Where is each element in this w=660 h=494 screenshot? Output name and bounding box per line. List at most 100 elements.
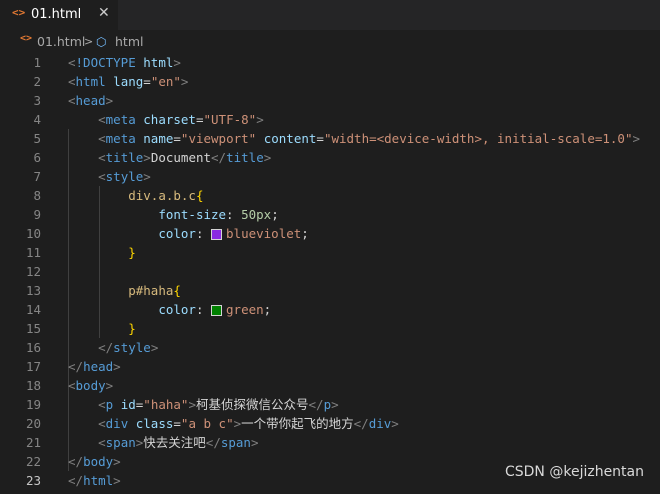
code-token: </ bbox=[98, 340, 114, 355]
code-token: span bbox=[220, 435, 251, 450]
code-text: </html> bbox=[68, 471, 121, 490]
line-number: 21 bbox=[25, 435, 41, 450]
code-token: 柯基侦探微信公众号 bbox=[195, 397, 309, 412]
code-token: !DOCTYPE bbox=[75, 55, 136, 70]
html-file-icon: <> bbox=[12, 6, 26, 19]
color-swatch-icon[interactable] bbox=[211, 305, 223, 316]
code-token: 快去关注吧 bbox=[143, 435, 206, 450]
code-token: 一个带你起飞的地方 bbox=[241, 416, 354, 431]
code-text: <title>Document</title> bbox=[68, 148, 271, 167]
code-line[interactable]: 4 <meta charset="UTF-8"> bbox=[0, 110, 660, 129]
code-text: <p id="haha">柯基侦探微信公众号</p> bbox=[68, 395, 339, 414]
code-token: body bbox=[83, 454, 114, 469]
code-line[interactable]: 7 <style> bbox=[0, 167, 660, 186]
code-token: > bbox=[180, 74, 189, 89]
code-token: > bbox=[173, 55, 181, 70]
code-token: style bbox=[113, 340, 151, 355]
html-file-icon: <> bbox=[20, 33, 33, 44]
code-token: = bbox=[316, 131, 324, 146]
breadcrumb-file[interactable]: 01.html bbox=[37, 34, 85, 49]
code-token: </ bbox=[68, 454, 84, 469]
line-number: 15 bbox=[25, 321, 41, 336]
code-token: < bbox=[68, 93, 76, 108]
breadcrumb-symbol[interactable]: html bbox=[115, 34, 143, 49]
code-line[interactable]: 8 div.a.b.c{ bbox=[0, 186, 660, 205]
code-token: } bbox=[128, 321, 136, 336]
code-token: lang bbox=[113, 74, 144, 89]
code-token: > bbox=[113, 473, 121, 488]
code-text: <style> bbox=[68, 167, 151, 186]
code-line[interactable]: 20 <div class="a b c">一个带你起飞的地方</div> bbox=[0, 414, 660, 433]
code-token: > bbox=[113, 454, 121, 469]
code-line[interactable]: 9 font-size: 50px; bbox=[0, 205, 660, 224]
code-text: <!DOCTYPE html> bbox=[68, 53, 181, 72]
code-token: < bbox=[68, 378, 76, 393]
code-line[interactable]: 15 } bbox=[0, 319, 660, 338]
code-token: color bbox=[158, 226, 196, 241]
line-number: 9 bbox=[33, 207, 41, 222]
symbol-element-icon: ⬡ bbox=[96, 35, 107, 49]
tab-01-html[interactable]: <> 01.html ✕ bbox=[0, 0, 118, 30]
code-token: body bbox=[75, 378, 106, 393]
code-token: charset bbox=[143, 112, 196, 127]
code-token: green bbox=[226, 302, 264, 317]
line-number: 8 bbox=[33, 188, 41, 203]
code-line[interactable]: 14 color: green; bbox=[0, 300, 660, 319]
code-line[interactable]: 5 <meta name="viewport" content="width=<… bbox=[0, 129, 660, 148]
code-token: > bbox=[391, 416, 399, 431]
line-number: 19 bbox=[25, 397, 41, 412]
code-line[interactable]: 10 color: blueviolet; bbox=[0, 224, 660, 243]
code-token: meta bbox=[105, 131, 136, 146]
code-token: > bbox=[188, 397, 196, 412]
code-token: : bbox=[195, 226, 212, 241]
line-number: 11 bbox=[25, 245, 41, 260]
color-swatch-icon[interactable] bbox=[211, 229, 223, 240]
code-token: < bbox=[98, 150, 106, 165]
code-token: font-size bbox=[158, 207, 227, 222]
breadcrumb: <> 01.html > ⬡ html bbox=[0, 32, 660, 52]
line-number: 2 bbox=[33, 74, 41, 89]
code-line[interactable]: 17 </head> bbox=[0, 357, 660, 376]
code-line[interactable]: 18 <body> bbox=[0, 376, 660, 395]
code-token: class bbox=[135, 416, 174, 431]
code-token: name bbox=[143, 131, 174, 146]
code-line[interactable]: 1 <!DOCTYPE html> bbox=[0, 53, 660, 72]
code-text: p#haha{ bbox=[68, 281, 181, 300]
code-line[interactable]: 13 p#haha{ bbox=[0, 281, 660, 300]
code-token: ; bbox=[263, 302, 272, 317]
code-token: < bbox=[98, 169, 106, 184]
code-token: > bbox=[263, 150, 272, 165]
code-line[interactable]: 3 <head> bbox=[0, 91, 660, 110]
code-line[interactable]: 6 <title>Document</title> bbox=[0, 148, 660, 167]
code-token: "haha" bbox=[143, 397, 189, 412]
code-line[interactable]: 12 bbox=[0, 262, 660, 281]
code-token: div.a.b.c bbox=[128, 188, 196, 203]
code-line[interactable]: 19 <p id="haha">柯基侦探微信公众号</p> bbox=[0, 395, 660, 414]
code-token: < bbox=[98, 112, 106, 127]
code-text: <meta charset="UTF-8"> bbox=[68, 110, 264, 129]
code-token: html bbox=[143, 55, 174, 70]
code-line[interactable]: 11 } bbox=[0, 243, 660, 262]
code-text: <head> bbox=[68, 91, 113, 110]
code-text: } bbox=[68, 243, 136, 262]
close-icon[interactable]: ✕ bbox=[98, 5, 110, 21]
code-line[interactable]: 16 </style> bbox=[0, 338, 660, 357]
code-editor[interactable]: 1 <!DOCTYPE html> 2 <html lang="en"> 3 <head>… bbox=[0, 53, 660, 494]
code-token: p bbox=[323, 397, 332, 412]
code-line[interactable]: 21 <span>快去关注吧</span> bbox=[0, 433, 660, 452]
code-token: </ bbox=[353, 416, 369, 431]
code-line[interactable]: 2 <html lang="en"> bbox=[0, 72, 660, 91]
line-number: 22 bbox=[25, 454, 41, 469]
line-number: 14 bbox=[25, 302, 41, 317]
code-text: <span>快去关注吧</span> bbox=[68, 433, 258, 452]
code-token: "a b c" bbox=[180, 416, 234, 431]
code-token: = bbox=[195, 112, 204, 127]
